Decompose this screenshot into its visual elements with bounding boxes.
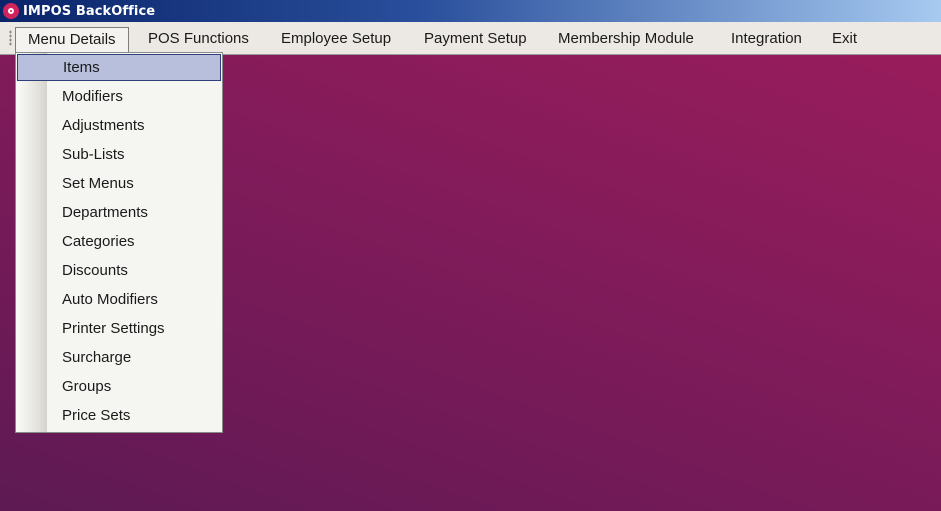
toolbar-grip-icon[interactable] — [9, 30, 12, 46]
dropdown-item-categories[interactable]: Categories — [17, 228, 221, 255]
dropdown-item-adjustments[interactable]: Adjustments — [17, 112, 221, 139]
dropdown-item-surcharge[interactable]: Surcharge — [17, 344, 221, 371]
menu-payment-setup[interactable]: Payment Setup — [412, 27, 539, 52]
app-logo-icon[interactable] — [3, 3, 19, 19]
dropdown-item-price-sets[interactable]: Price Sets — [17, 402, 221, 429]
menu-exit[interactable]: Exit — [820, 27, 869, 52]
dropdown-item-printer-settings[interactable]: Printer Settings — [17, 315, 221, 342]
title-bar[interactable]: IMPOS BackOffice — [0, 0, 941, 22]
menu-membership-module[interactable]: Membership Module — [546, 27, 706, 52]
dropdown-item-departments[interactable]: Departments — [17, 199, 221, 226]
dropdown-item-items[interactable]: Items — [17, 54, 221, 81]
dropdown-item-sub-lists[interactable]: Sub-Lists — [17, 141, 221, 168]
dropdown-item-groups[interactable]: Groups — [17, 373, 221, 400]
window-title: IMPOS BackOffice — [23, 3, 156, 19]
menu-employee-setup[interactable]: Employee Setup — [269, 27, 403, 52]
dropdown-item-auto-modifiers[interactable]: Auto Modifiers — [17, 286, 221, 313]
menu-integration[interactable]: Integration — [719, 27, 814, 52]
dropdown-item-modifiers[interactable]: Modifiers — [17, 83, 221, 110]
dropdown-item-set-menus[interactable]: Set Menus — [17, 170, 221, 197]
menu-details-dropdown: Items Modifiers Adjustments Sub-Lists Se… — [15, 52, 223, 433]
menu-pos-functions[interactable]: POS Functions — [136, 27, 261, 52]
dropdown-item-discounts[interactable]: Discounts — [17, 257, 221, 284]
app-window: IMPOS BackOffice Menu Details POS Functi… — [0, 0, 941, 511]
menu-bar: Menu Details POS Functions Employee Setu… — [0, 22, 941, 55]
menu-menu-details[interactable]: Menu Details — [15, 27, 129, 54]
